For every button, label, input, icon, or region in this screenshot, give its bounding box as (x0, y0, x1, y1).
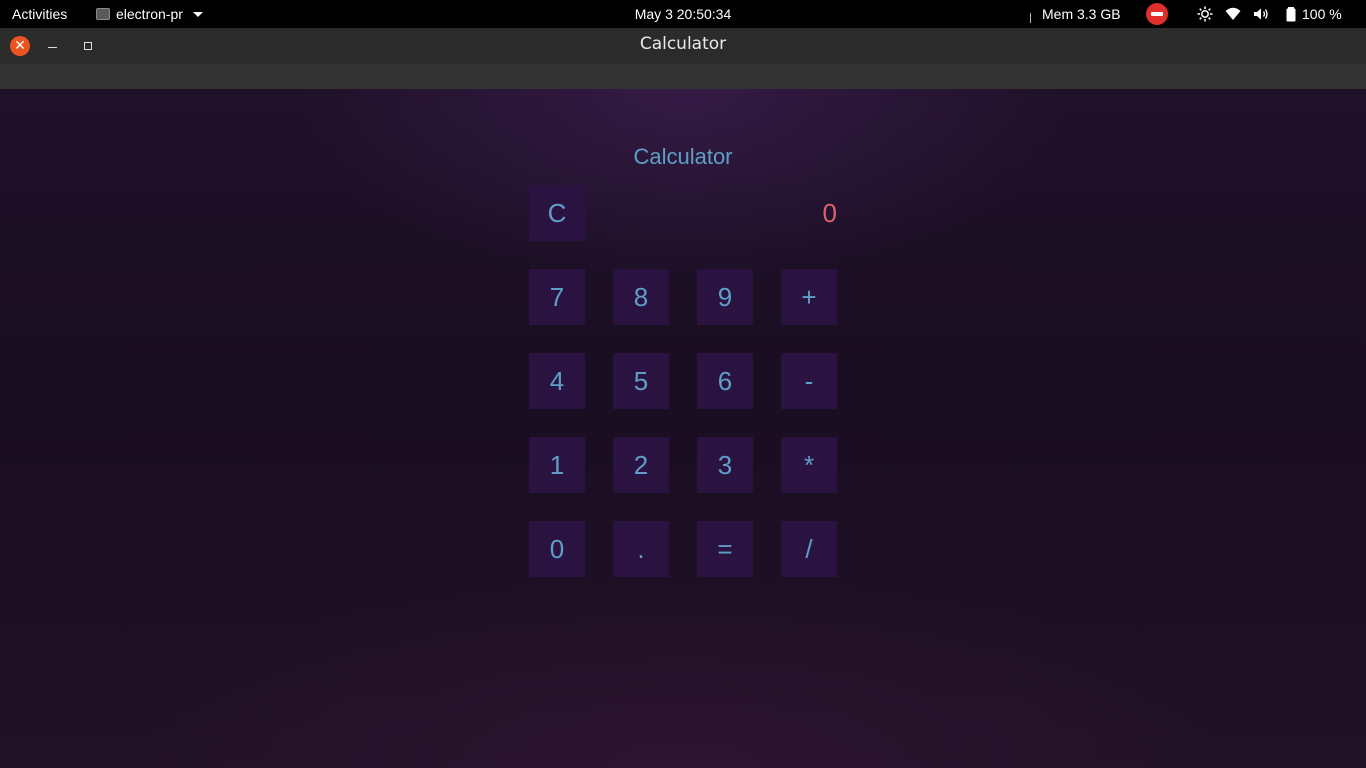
window-title: Calculator (639, 34, 727, 54)
separator (1030, 13, 1031, 23)
multiply-button[interactable]: * (781, 437, 837, 493)
battery-percentage[interactable]: 100 % (1302, 0, 1342, 28)
calculator-app: Calculator C 0 7 8 9 + 4 5 6 - 1 2 3 * 0… (0, 89, 1366, 768)
key-0[interactable]: 0 (529, 521, 585, 577)
stop-indicator-icon[interactable] (1146, 3, 1168, 25)
key-9[interactable]: 9 (697, 269, 753, 325)
key-3[interactable]: 3 (697, 437, 753, 493)
volume-icon[interactable] (1253, 6, 1269, 22)
app-menu[interactable]: electron-pr (96, 0, 203, 28)
close-icon[interactable]: ✕ (10, 36, 30, 56)
key-7[interactable]: 7 (529, 269, 585, 325)
window-titlebar[interactable]: ✕ Calculator (0, 28, 1366, 64)
key-5[interactable]: 5 (613, 353, 669, 409)
divide-button[interactable]: / (781, 521, 837, 577)
memory-indicator[interactable]: Mem 3.3 GB (1042, 0, 1121, 28)
equals-button[interactable]: = (697, 521, 753, 577)
clear-button[interactable]: C (529, 185, 585, 241)
key-6[interactable]: 6 (697, 353, 753, 409)
key-2[interactable]: 2 (613, 437, 669, 493)
maximize-icon[interactable] (84, 42, 92, 50)
minimize-icon[interactable] (48, 47, 57, 48)
chevron-down-icon (192, 11, 203, 17)
calculator-display: 0 (822, 198, 837, 228)
app-icon (96, 8, 110, 20)
calculator-heading: Calculator (633, 144, 733, 169)
battery-icon[interactable] (1283, 6, 1299, 22)
subtract-button[interactable]: - (781, 353, 837, 409)
activities-button[interactable]: Activities (12, 0, 67, 28)
key-8[interactable]: 8 (613, 269, 669, 325)
app-menu-label: electron-pr (116, 6, 183, 22)
decimal-button[interactable]: . (613, 521, 669, 577)
brightness-icon[interactable] (1197, 6, 1213, 22)
system-top-bar: Activities electron-pr May 3 20:50:34 Me… (0, 0, 1366, 28)
wifi-icon[interactable] (1225, 6, 1241, 22)
menu-bar (0, 64, 1366, 89)
key-1[interactable]: 1 (529, 437, 585, 493)
clock[interactable]: May 3 20:50:34 (635, 6, 732, 22)
key-4[interactable]: 4 (529, 353, 585, 409)
add-button[interactable]: + (781, 269, 837, 325)
